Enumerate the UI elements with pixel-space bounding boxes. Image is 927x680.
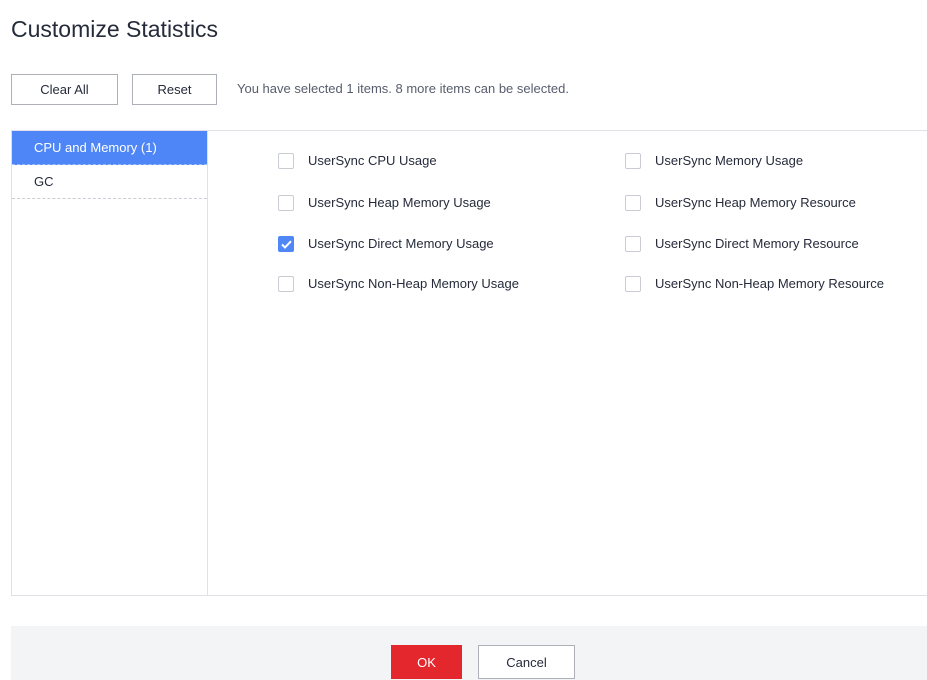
checkbox-usersync-non-heap-memory-usage[interactable] bbox=[278, 276, 294, 292]
option-usersync-direct-memory-usage[interactable]: UserSync Direct Memory Usage bbox=[278, 234, 578, 252]
clear-all-button[interactable]: Clear All bbox=[11, 74, 118, 105]
reset-button[interactable]: Reset bbox=[132, 74, 217, 105]
option-usersync-direct-memory-resource[interactable]: UserSync Direct Memory Resource bbox=[625, 234, 925, 252]
selection-hint: You have selected 1 items. 8 more items … bbox=[237, 81, 569, 96]
checkbox-usersync-non-heap-memory-resource[interactable] bbox=[625, 276, 641, 292]
ok-button[interactable]: OK bbox=[391, 645, 462, 679]
option-usersync-non-heap-memory-usage[interactable]: UserSync Non-Heap Memory Usage bbox=[278, 274, 578, 292]
statistics-panel: CPU and Memory (1) GC UserSync CPU Usage… bbox=[11, 130, 927, 596]
option-label: UserSync Non-Heap Memory Resource bbox=[655, 276, 885, 291]
checkbox-usersync-heap-memory-resource[interactable] bbox=[625, 195, 641, 211]
cancel-button[interactable]: Cancel bbox=[478, 645, 575, 679]
checkbox-usersync-heap-memory-usage[interactable] bbox=[278, 195, 294, 211]
option-label: UserSync Heap Memory Usage bbox=[308, 195, 491, 210]
options-grid: UserSync CPU Usage UserSync Memory Usage… bbox=[207, 131, 927, 595]
option-usersync-cpu-usage[interactable]: UserSync CPU Usage bbox=[278, 151, 578, 169]
checkbox-usersync-direct-memory-resource[interactable] bbox=[625, 236, 641, 252]
dialog-title: Customize Statistics bbox=[11, 16, 219, 42]
option-usersync-heap-memory-resource[interactable]: UserSync Heap Memory Resource bbox=[625, 193, 925, 211]
option-label: UserSync Direct Memory Usage bbox=[308, 236, 494, 251]
sidebar-item-gc[interactable]: GC bbox=[12, 165, 207, 199]
option-usersync-memory-usage[interactable]: UserSync Memory Usage bbox=[625, 151, 925, 169]
checkbox-usersync-direct-memory-usage[interactable] bbox=[278, 236, 294, 252]
option-label: UserSync CPU Usage bbox=[308, 153, 437, 168]
checkbox-usersync-cpu-usage[interactable] bbox=[278, 153, 294, 169]
option-label: UserSync Memory Usage bbox=[655, 153, 804, 168]
dialog-footer: OK Cancel bbox=[11, 626, 927, 680]
option-label: UserSync Direct Memory Resource bbox=[655, 236, 859, 251]
option-usersync-non-heap-memory-resource[interactable]: UserSync Non-Heap Memory Resource bbox=[625, 274, 925, 292]
sidebar-item-cpu-and-memory[interactable]: CPU and Memory (1) bbox=[12, 131, 207, 165]
checkbox-usersync-memory-usage[interactable] bbox=[625, 153, 641, 169]
category-sidebar: CPU and Memory (1) GC bbox=[12, 131, 208, 595]
checkmark-icon bbox=[280, 240, 292, 249]
toolbar: Clear All Reset You have selected 1 item… bbox=[11, 74, 921, 106]
option-label: UserSync Non-Heap Memory Usage bbox=[308, 276, 519, 291]
option-usersync-heap-memory-usage[interactable]: UserSync Heap Memory Usage bbox=[278, 193, 578, 211]
option-label: UserSync Heap Memory Resource bbox=[655, 195, 856, 210]
